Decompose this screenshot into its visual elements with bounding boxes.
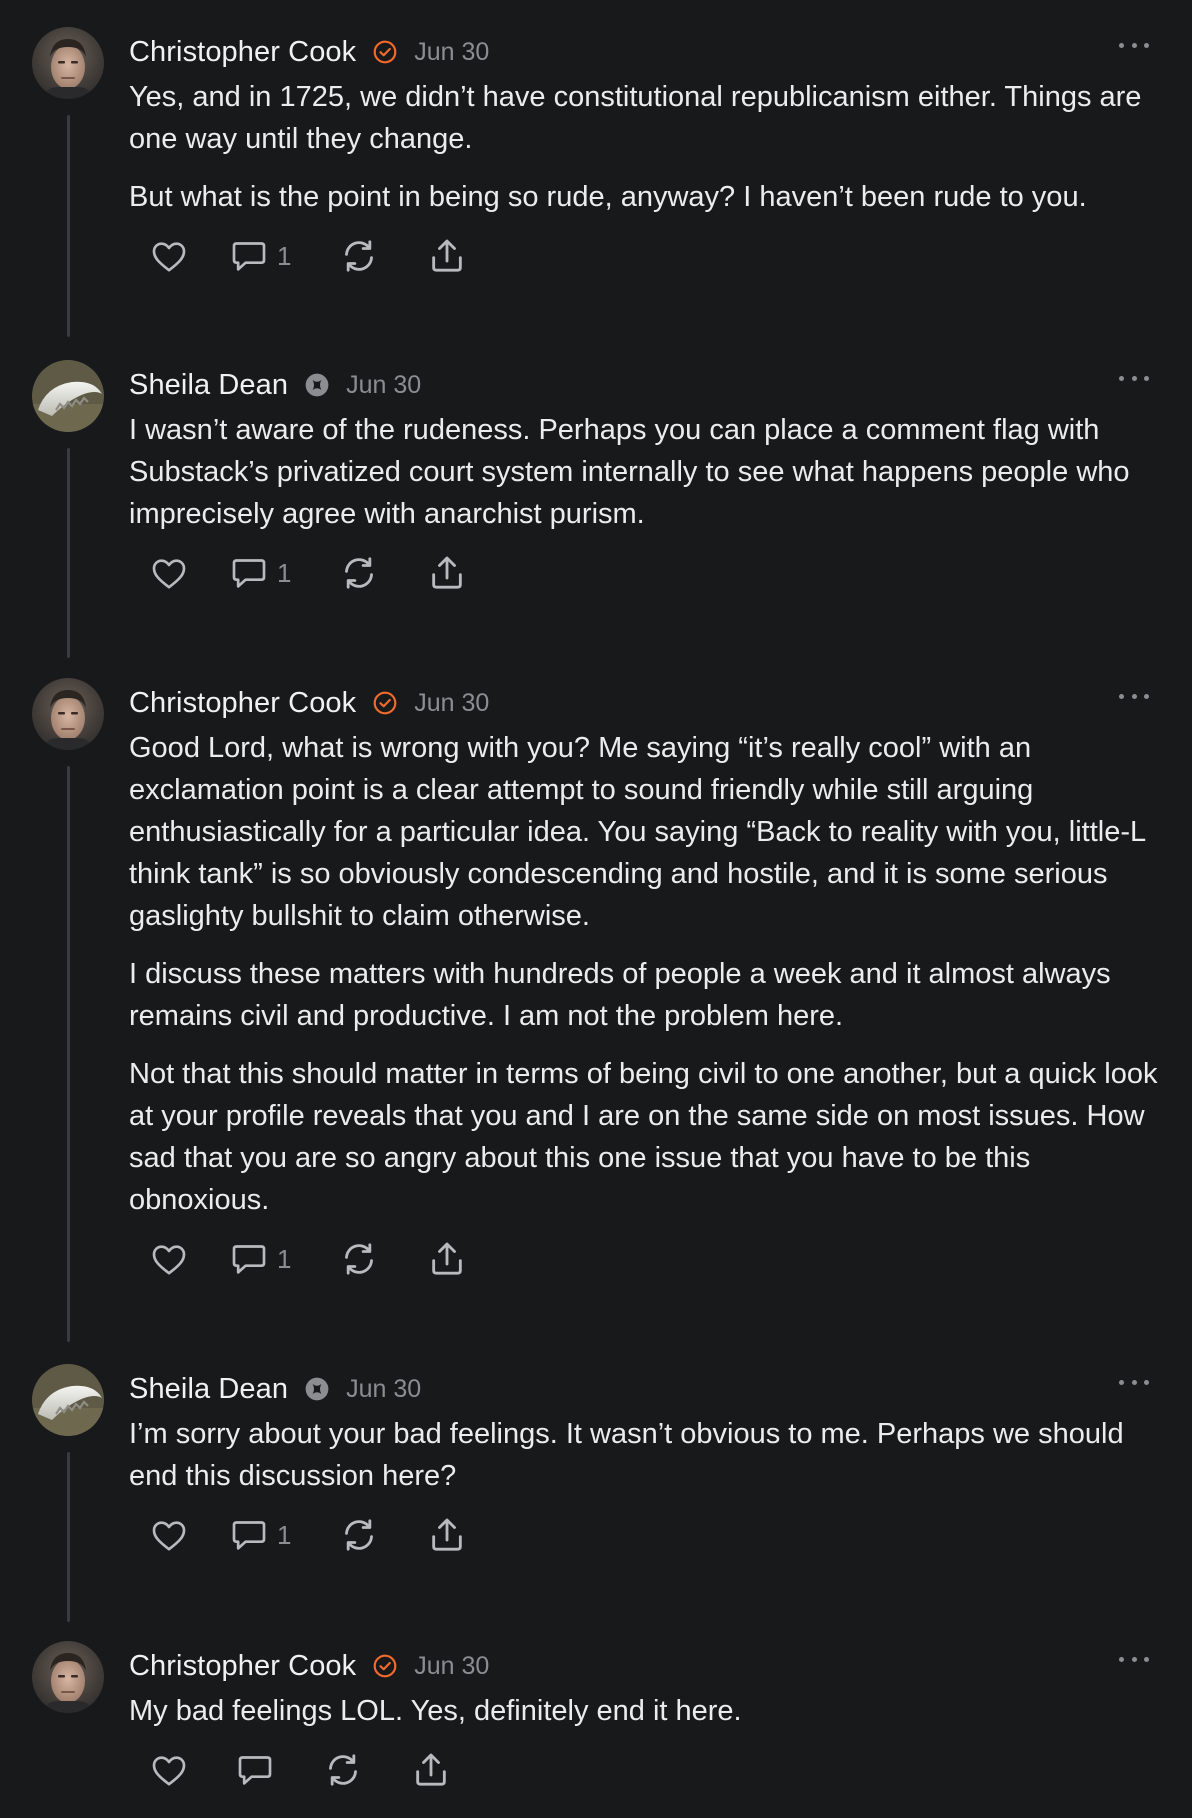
share-button[interactable] <box>427 1515 487 1555</box>
comment-bubble-icon <box>235 1750 275 1790</box>
thread-line <box>67 766 70 1342</box>
reply-button[interactable] <box>235 1750 323 1790</box>
restack-button[interactable] <box>339 553 427 593</box>
comment-paragraph: But what is the point in being so rude, … <box>129 181 1087 213</box>
author-name[interactable]: Sheila Dean <box>129 369 288 402</box>
comment-paragraph: Good Lord, what is wrong with you? Me sa… <box>129 732 1146 932</box>
like-button[interactable] <box>149 553 229 593</box>
comment-bubble-icon <box>229 1515 269 1555</box>
verified-check-icon <box>372 1653 398 1679</box>
restack-button[interactable] <box>339 1515 427 1555</box>
comment-actions: 1 <box>149 1513 1169 1557</box>
author-name[interactable]: Christopher Cook <box>129 1650 356 1683</box>
comment-paragraph: My bad feelings LOL. Yes, definitely end… <box>129 1695 742 1727</box>
restack-button[interactable] <box>339 1239 427 1279</box>
restack-icon <box>323 1750 363 1790</box>
share-icon <box>411 1750 451 1790</box>
comment-date[interactable]: Jun 30 <box>414 38 489 67</box>
like-button[interactable] <box>149 1239 229 1279</box>
author-name[interactable]: Christopher Cook <box>129 687 356 720</box>
like-button[interactable] <box>149 236 229 276</box>
author-name[interactable]: Sheila Dean <box>129 1373 288 1406</box>
comment-date[interactable]: Jun 30 <box>346 371 421 400</box>
reply-button[interactable]: 1 <box>229 1239 339 1279</box>
more-options-icon[interactable] <box>1119 1649 1149 1669</box>
comment-paragraph: Not that this should matter in terms of … <box>129 1058 1158 1216</box>
comment-date[interactable]: Jun 30 <box>414 1652 489 1681</box>
thread-line <box>67 115 70 337</box>
reply-count: 1 <box>277 1519 292 1550</box>
heart-icon <box>149 1239 189 1279</box>
comment-date[interactable]: Jun 30 <box>346 1375 421 1404</box>
comment-bubble-icon <box>229 236 269 276</box>
comment-paragraph: I discuss these matters with hundreds of… <box>129 958 1111 1032</box>
heart-icon <box>149 553 189 593</box>
comment-date[interactable]: Jun 30 <box>414 689 489 718</box>
comment-paragraph: Yes, and in 1725, we didn’t have constit… <box>129 81 1142 155</box>
heart-icon <box>149 236 189 276</box>
like-button[interactable] <box>149 1750 235 1790</box>
avatar[interactable] <box>32 1364 104 1436</box>
restack-icon <box>339 236 379 276</box>
comment-thread: Christopher Cook Jun 30 Yes, and in 1725… <box>0 0 1192 1818</box>
author-name[interactable]: Christopher Cook <box>129 36 356 69</box>
share-icon <box>427 236 467 276</box>
share-icon <box>427 553 467 593</box>
share-icon <box>427 1515 467 1555</box>
more-options-icon[interactable] <box>1119 35 1149 55</box>
reply-button[interactable]: 1 <box>229 236 339 276</box>
restack-icon <box>339 553 379 593</box>
restack-button[interactable] <box>323 1750 411 1790</box>
comment-paragraph: I’m sorry about your bad feelings. It wa… <box>129 1418 1124 1492</box>
reply-count: 1 <box>277 557 292 588</box>
share-button[interactable] <box>427 236 487 276</box>
restack-icon <box>339 1239 379 1279</box>
more-options-icon[interactable] <box>1119 1372 1149 1392</box>
more-options-icon[interactable] <box>1119 686 1149 706</box>
avatar[interactable] <box>32 678 104 750</box>
share-button[interactable] <box>411 1750 471 1790</box>
comment-actions: 1 <box>149 234 1169 278</box>
reply-count: 1 <box>277 240 292 271</box>
avatar[interactable] <box>32 360 104 432</box>
avatar[interactable] <box>32 27 104 99</box>
heart-icon <box>149 1515 189 1555</box>
subscriber-badge-icon <box>304 372 330 398</box>
share-button[interactable] <box>427 1239 487 1279</box>
comment-actions <box>149 1748 1169 1792</box>
restack-button[interactable] <box>339 236 427 276</box>
subscriber-badge-icon <box>304 1376 330 1402</box>
comment-bubble-icon <box>229 553 269 593</box>
thread-line <box>67 1452 70 1622</box>
comment-actions: 1 <box>149 1237 1169 1281</box>
comment-actions: 1 <box>149 551 1169 595</box>
share-icon <box>427 1239 467 1279</box>
reply-button[interactable]: 1 <box>229 1515 339 1555</box>
more-options-icon[interactable] <box>1119 368 1149 388</box>
like-button[interactable] <box>149 1515 229 1555</box>
comment-paragraph: I wasn’t aware of the rudeness. Perhaps … <box>129 414 1130 530</box>
avatar[interactable] <box>32 1641 104 1713</box>
reply-button[interactable]: 1 <box>229 553 339 593</box>
verified-check-icon <box>372 690 398 716</box>
reply-count: 1 <box>277 1243 292 1274</box>
share-button[interactable] <box>427 553 487 593</box>
comment-bubble-icon <box>229 1239 269 1279</box>
verified-check-icon <box>372 39 398 65</box>
restack-icon <box>339 1515 379 1555</box>
heart-icon <box>149 1750 189 1790</box>
thread-line <box>67 448 70 658</box>
